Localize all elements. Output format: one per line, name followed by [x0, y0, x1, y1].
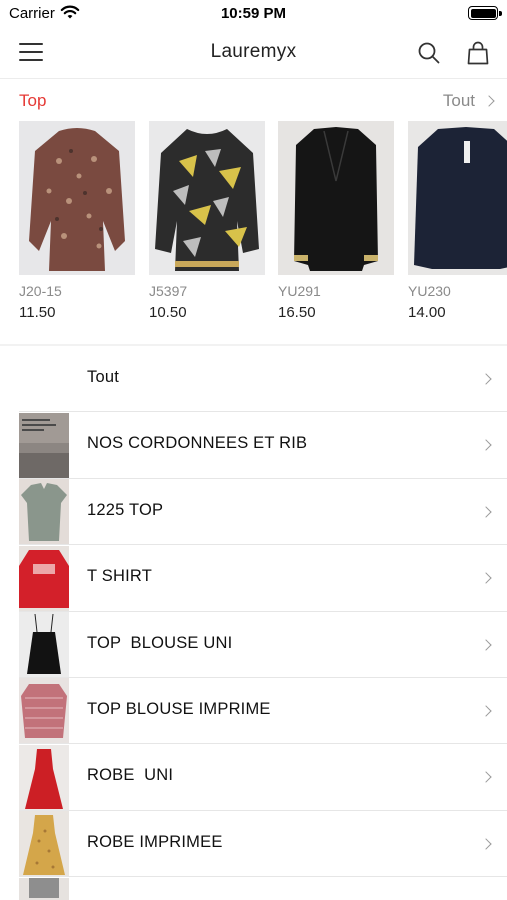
category-list: Tout NOS CORDONNEES ET RIB 1225 TOP T SH…	[0, 346, 507, 900]
product-card[interactable]: YU230 14.00	[408, 121, 507, 321]
category-row-robe-imprimee[interactable]: ROBE IMPRIMEE	[0, 811, 507, 878]
product-code: YU230	[408, 283, 451, 299]
product-price: 11.50	[19, 304, 56, 321]
category-label: Tout	[87, 368, 119, 386]
hamburger-menu-icon[interactable]	[19, 43, 43, 61]
category-row-cordonnees[interactable]: NOS CORDONNEES ET RIB	[0, 412, 507, 479]
product-card[interactable]: J20-15 11.50	[19, 121, 135, 321]
category-row-1225-top[interactable]: 1225 TOP	[0, 479, 507, 546]
nav-bar: Lauremyx	[0, 28, 507, 78]
category-label: T SHIRT	[87, 567, 152, 586]
category-label: TOP BLOUSE IMPRIME	[87, 699, 271, 718]
product-image-geometric-blouse	[149, 121, 265, 275]
product-card[interactable]: J5397 10.50	[149, 121, 265, 321]
category-label: NOS CORDONNEES ET RIB	[87, 434, 308, 453]
category-thumbnail	[19, 479, 69, 545]
category-label: TOP BLOUSE UNI	[87, 633, 233, 652]
category-thumbnail	[19, 877, 69, 900]
product-image-navy-cardigan	[408, 121, 507, 275]
category-row-t-shirt[interactable]: T SHIRT	[0, 545, 507, 612]
chevron-right-icon	[480, 838, 492, 850]
chevron-right-icon	[480, 572, 492, 584]
chevron-right-icon	[480, 705, 492, 717]
category-label: ROBE IMPRIMEE	[87, 832, 223, 851]
nav-divider	[0, 78, 507, 79]
see-all-label: Tout	[442, 91, 475, 110]
category-thumbnail	[19, 412, 69, 479]
category-thumbnail	[19, 811, 69, 877]
category-row-partial[interactable]	[0, 877, 507, 900]
category-row-top-blouse-uni[interactable]: TOP BLOUSE UNI	[0, 612, 507, 678]
chevron-right-icon	[480, 506, 492, 518]
see-all-link[interactable]: Tout	[442, 91, 495, 111]
chevron-right-icon	[480, 373, 492, 385]
battery-icon	[468, 6, 502, 20]
section-title: Top	[19, 91, 47, 110]
product-image-black-coat	[278, 121, 394, 275]
chevron-right-icon	[480, 638, 492, 651]
product-price: 10.50	[149, 304, 187, 321]
product-carousel[interactable]: J20-15 11.50 J5397 10.50 YU291 16.50 YU2…	[0, 121, 507, 331]
product-code: J20-15	[19, 283, 62, 299]
chevron-right-icon	[480, 439, 492, 452]
status-bar: Carrier 10:59 PM	[0, 0, 507, 28]
product-code: J5397	[149, 283, 188, 299]
category-thumbnail	[19, 612, 69, 678]
clock: 10:59 PM	[220, 5, 287, 22]
category-thumbnail	[19, 744, 69, 811]
product-price: 14.00	[408, 304, 446, 321]
product-price: 16.50	[278, 304, 316, 321]
category-label: 1225 TOP	[87, 500, 164, 519]
category-row-tout[interactable]: Tout	[0, 346, 507, 413]
category-thumbnail	[19, 678, 69, 744]
product-code: YU291	[278, 283, 321, 299]
product-image-floral-blouse	[19, 121, 135, 275]
category-row-robe-uni[interactable]: ROBE UNI	[0, 744, 507, 811]
category-label: ROBE UNI	[87, 766, 174, 785]
search-icon[interactable]	[417, 41, 441, 65]
shopping-bag-icon[interactable]	[466, 40, 490, 66]
chevron-right-icon	[480, 771, 492, 784]
category-thumbnail	[19, 545, 69, 612]
category-row-top-blouse-imprime[interactable]: TOP BLOUSE IMPRIME	[0, 678, 507, 745]
product-card[interactable]: YU291 16.50	[278, 121, 394, 321]
chevron-right-icon	[483, 95, 495, 107]
section-header: Top Tout	[0, 88, 507, 114]
